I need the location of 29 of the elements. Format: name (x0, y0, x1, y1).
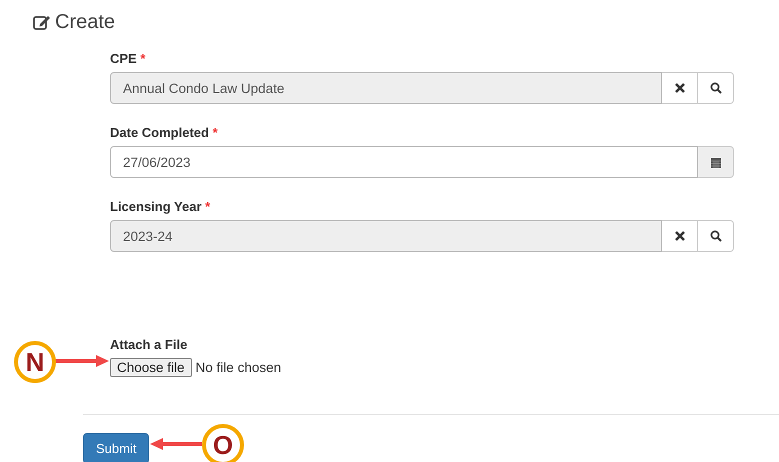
submit-button[interactable]: Submit (83, 433, 150, 462)
arrow (150, 437, 202, 451)
search-button[interactable] (698, 72, 734, 104)
search-button[interactable] (698, 220, 734, 252)
clear-button[interactable] (662, 220, 698, 252)
text-field[interactable]: 2023-24 (110, 220, 662, 252)
file-status: No file chosen (196, 360, 282, 375)
page-title: Create (55, 10, 116, 34)
field-label: Date Completed * (110, 125, 219, 140)
required-mark: * (140, 51, 146, 66)
calendar-button[interactable] (698, 146, 734, 178)
required-mark: * (212, 125, 218, 140)
clear-button[interactable] (662, 72, 698, 104)
field-label: CPE * (110, 51, 146, 66)
field-label: Licensing Year * (110, 199, 212, 214)
arrow (53, 354, 109, 368)
edit-icon (33, 14, 51, 30)
text-field[interactable]: 27/06/2023 (110, 146, 698, 178)
field-label: Attach a File (110, 337, 188, 352)
callout-badge: O (202, 424, 244, 462)
text-field[interactable]: Annual Condo Law Update (110, 72, 662, 104)
search-icon (710, 82, 722, 94)
choose-file-button[interactable]: Choose file (110, 358, 192, 377)
callout-badge: N (14, 341, 56, 383)
close-icon (674, 82, 686, 94)
close-icon (674, 230, 686, 242)
search-icon (710, 230, 722, 242)
calendar-icon (710, 156, 722, 168)
required-mark: * (205, 199, 210, 214)
